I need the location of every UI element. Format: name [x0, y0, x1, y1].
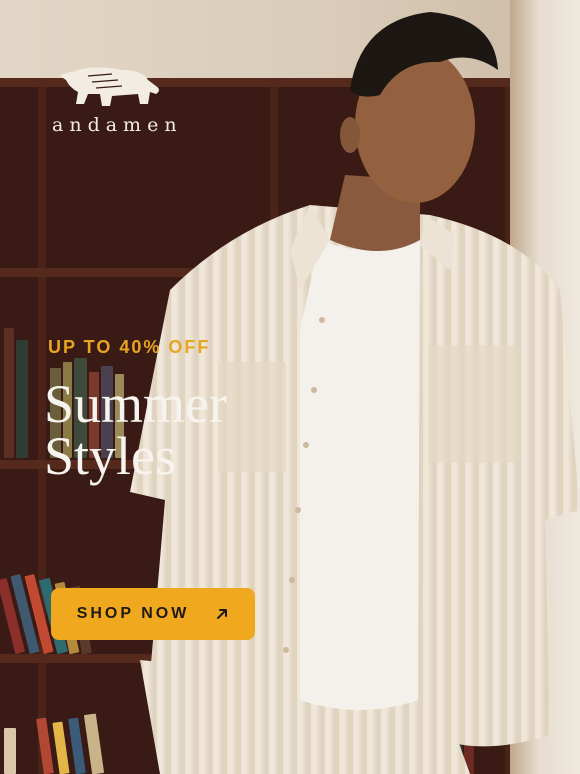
brand-name: andamen: [52, 114, 183, 136]
headline: Summer Styles: [44, 374, 227, 486]
shop-now-button[interactable]: SHOP NOW: [51, 588, 255, 640]
headline-line-1: Summer: [44, 374, 227, 434]
elephant-icon: [60, 67, 159, 106]
arrow-up-right-icon: [217, 609, 228, 619]
hero-banner: andamen UP TO 40% OFF Summer Styles SHOP…: [0, 0, 580, 774]
promo-label: UP TO 40% OFF: [48, 337, 211, 357]
headline-line-2: Styles: [44, 426, 177, 486]
shop-now-label: SHOP NOW: [76, 605, 190, 622]
